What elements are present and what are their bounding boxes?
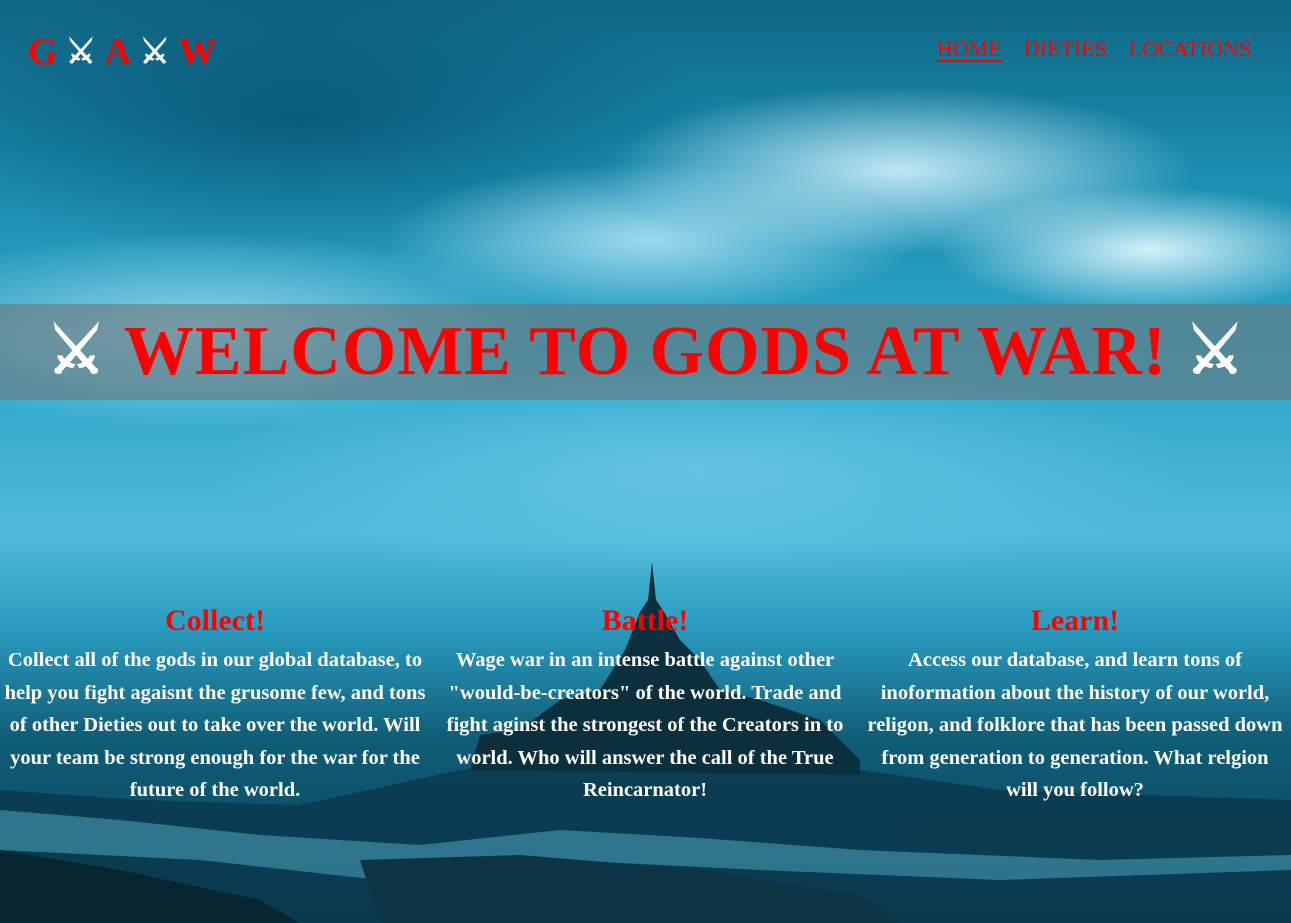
logo-letter-w: W [177, 31, 218, 73]
site-logo[interactable]: G ⚔ A ⚔ W [28, 30, 218, 74]
feature-learn: Learn! Access our database, and learn to… [860, 604, 1290, 807]
nav-link-locations[interactable]: LOCATIONS [1129, 36, 1251, 62]
feature-text: Wage war in an intense battle against ot… [446, 649, 844, 801]
logo-letter-g: G [28, 31, 60, 73]
crossed-swords-icon: ⚔ [46, 315, 106, 388]
feature-text: Collect all of the gods in our global da… [4, 649, 426, 801]
feature-text: Access our database, and learn tons of i… [867, 649, 1283, 801]
hero-title: WELCOME TO GODS AT WAR! [123, 313, 1168, 390]
feature-battle: Battle! Wage war in an intense battle ag… [430, 604, 860, 807]
crossed-swords-icon: ⚔ [139, 34, 172, 71]
feature-title: Learn! [1030, 604, 1120, 637]
main-nav: HOME DIETIES LOCATIONS [937, 36, 1251, 62]
feature-collect: Collect! Collect all of the gods in our … [0, 604, 430, 807]
nav-link-home[interactable]: HOME [937, 36, 1002, 62]
page: G ⚔ A ⚔ W HOME DIETIES LOCATIONS ⚔ WELCO… [0, 0, 1291, 923]
nav-link-dieties[interactable]: DIETIES [1024, 36, 1107, 62]
crossed-swords-icon: ⚔ [1185, 315, 1245, 388]
feature-title: Battle! [601, 604, 689, 637]
feature-title: Collect! [165, 604, 265, 637]
crossed-swords-icon: ⚔ [65, 34, 99, 71]
hero-banner: ⚔ WELCOME TO GODS AT WAR! ⚔ [0, 304, 1291, 400]
feature-columns: Collect! Collect all of the gods in our … [0, 604, 1291, 807]
logo-letter-a: A [104, 31, 134, 73]
